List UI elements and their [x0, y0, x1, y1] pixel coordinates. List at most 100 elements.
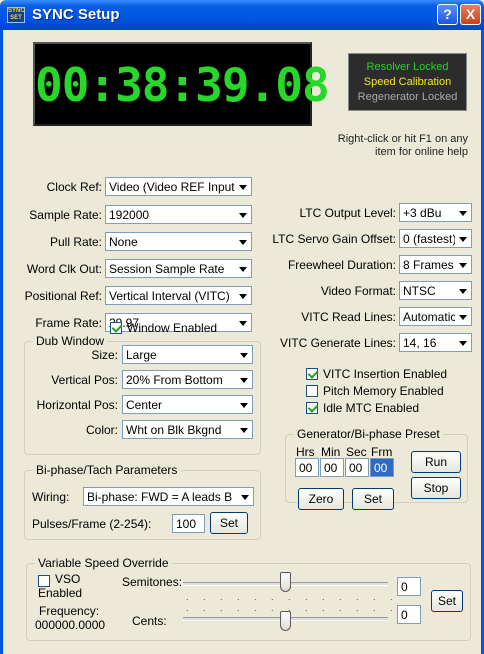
chevron-down-icon[interactable]: [235, 179, 250, 194]
checkbox-check-icon[interactable]: [110, 322, 122, 334]
dub-window-title: Dub Window: [33, 334, 108, 348]
chevron-down-icon[interactable]: [455, 335, 470, 350]
chevron-down-icon[interactable]: [455, 231, 470, 246]
word-clk-out-dropdown[interactable]: Session Sample Rate: [105, 259, 252, 278]
video-format-dropdown[interactable]: NTSC: [399, 281, 472, 300]
frm-header: Frm: [371, 445, 393, 459]
cents-tick-marks: . . . . . . . . . . . . .: [186, 603, 399, 613]
ltc-output-level-dropdown[interactable]: +3 dBu: [399, 203, 472, 222]
vitc-generate-lines-dropdown[interactable]: 14, 16: [399, 333, 472, 352]
vitc-read-lines-dropdown[interactable]: Automatic: [399, 307, 472, 326]
chevron-down-icon[interactable]: [236, 422, 251, 437]
chevron-down-icon[interactable]: [455, 283, 470, 298]
checkbox-check-icon[interactable]: [38, 575, 50, 587]
wiring-dropdown[interactable]: Bi-phase: FWD = A leads B: [83, 487, 254, 506]
min-header: Min: [321, 445, 341, 459]
clock-ref-label: Clock Ref:: [46, 180, 102, 194]
generator-set-button[interactable]: Set: [352, 488, 394, 510]
positional-ref-label: Positional Ref:: [24, 289, 102, 303]
video-format-label: Video Format:: [320, 284, 396, 298]
chevron-down-icon[interactable]: [455, 205, 470, 220]
chevron-down-icon[interactable]: [236, 397, 251, 412]
ltc-servo-gain-dropdown[interactable]: 0 (fastest): [399, 229, 472, 248]
pulses-per-frame-field[interactable]: 100: [172, 514, 205, 533]
semitones-value-field[interactable]: 0: [397, 577, 421, 596]
stop-button[interactable]: Stop: [411, 477, 461, 499]
biphase-set-button[interactable]: Set: [210, 512, 248, 534]
chevron-down-icon[interactable]: [455, 257, 470, 272]
dub-size-dropdown[interactable]: Large: [122, 345, 253, 364]
pull-rate-label: Pull Rate:: [49, 235, 102, 249]
close-button[interactable]: X: [460, 4, 481, 25]
sync-app-icon: SYNC SET: [7, 7, 25, 23]
timecode-value: 00:38:39.08: [35, 58, 330, 112]
freewheel-duration-label: Freewheel Duration:: [287, 258, 396, 272]
window-enabled-checkbox[interactable]: Window Enabled: [110, 321, 217, 335]
ltc-servo-gain-value: 0 (fastest): [403, 232, 455, 246]
vso-enabled-checkbox[interactable]: VSO Enabled: [38, 573, 93, 600]
vitc-generate-lines-label: VITC Generate Lines:: [279, 336, 396, 350]
dub-vertical-pos-dropdown[interactable]: 20% From Bottom: [122, 370, 253, 389]
chevron-down-icon[interactable]: [235, 207, 250, 222]
word-clk-out-value: Session Sample Rate: [109, 262, 225, 276]
chevron-down-icon[interactable]: [236, 372, 251, 387]
hrs-field[interactable]: 00: [295, 458, 319, 477]
chevron-down-icon[interactable]: [235, 234, 250, 249]
idle-mtc-label: Idle MTC Enabled: [323, 401, 420, 415]
zero-button[interactable]: Zero: [298, 488, 344, 510]
dub-horizontal-pos-dropdown[interactable]: Center: [122, 395, 253, 414]
status-resolver-locked: Resolver Locked: [366, 61, 449, 73]
vitc-read-lines-value: Automatic: [403, 310, 457, 324]
cents-value-field[interactable]: 0: [397, 605, 421, 624]
vitc-insertion-checkbox[interactable]: VITC Insertion Enabled: [306, 367, 447, 381]
wiring-value: Bi-phase: FWD = A leads B: [87, 490, 233, 504]
clock-ref-dropdown[interactable]: Video (Video REF Input): [105, 177, 252, 196]
vso-set-button[interactable]: Set: [431, 590, 463, 612]
dub-vertical-pos-label: Vertical Pos:: [51, 373, 118, 387]
pitch-memory-checkbox[interactable]: Pitch Memory Enabled: [306, 384, 444, 398]
ltc-output-level-label: LTC Output Level:: [299, 206, 397, 220]
semitones-slider-thumb[interactable]: [280, 572, 291, 592]
frm-field[interactable]: 00: [370, 458, 394, 477]
chevron-down-icon[interactable]: [237, 489, 252, 504]
idle-mtc-checkbox[interactable]: Idle MTC Enabled: [306, 401, 419, 415]
biphase-title: Bi-phase/Tach Parameters: [33, 463, 181, 477]
min-field[interactable]: 00: [320, 458, 344, 477]
chevron-down-icon[interactable]: [235, 315, 250, 330]
positional-ref-dropdown[interactable]: Vertical Interval (VITC): [105, 286, 252, 305]
frame-rate-label: Frame Rate:: [35, 316, 102, 330]
sec-field[interactable]: 00: [345, 458, 369, 477]
hrs-header: Hrs: [296, 445, 315, 459]
freewheel-duration-value: 8 Frames: [403, 258, 454, 272]
dub-size-value: Large: [126, 348, 157, 362]
vso-title: Variable Speed Override: [35, 556, 172, 570]
chevron-down-icon[interactable]: [235, 288, 250, 303]
sample-rate-dropdown[interactable]: 192000: [105, 205, 252, 224]
status-speed-calibration: Speed Calibration: [363, 76, 452, 88]
dub-color-label: Color:: [85, 423, 118, 437]
cents-slider-thumb[interactable]: [280, 611, 291, 631]
checkbox-check-icon[interactable]: [306, 385, 318, 397]
cents-label: Cents:: [132, 614, 167, 628]
run-button[interactable]: Run: [411, 451, 461, 473]
dub-color-dropdown[interactable]: Wht on Blk Bkgnd: [122, 420, 253, 439]
help-button[interactable]: ?: [437, 4, 458, 25]
semitones-label: Semitones:: [122, 575, 183, 589]
pull-rate-dropdown[interactable]: None: [105, 232, 252, 251]
ltc-output-level-value: +3 dBu: [403, 206, 442, 220]
freewheel-duration-dropdown[interactable]: 8 Frames: [399, 255, 472, 274]
sample-rate-value: 192000: [109, 208, 150, 222]
chevron-down-icon[interactable]: [455, 309, 470, 324]
title-bar: SYNC SET SYNC Setup ? X: [0, 0, 484, 30]
checkbox-check-icon[interactable]: [306, 402, 318, 414]
window-frame-left: [0, 30, 3, 654]
dub-color-value: Wht on Blk Bkgnd: [126, 423, 222, 437]
dub-horizontal-pos-value: Center: [126, 398, 163, 412]
word-clk-out-label: Word Clk Out:: [26, 262, 102, 276]
vitc-read-lines-label: VITC Read Lines:: [301, 310, 396, 324]
pull-rate-value: None: [109, 235, 138, 249]
chevron-down-icon[interactable]: [235, 261, 250, 276]
checkbox-check-icon[interactable]: [306, 368, 318, 380]
chevron-down-icon[interactable]: [236, 347, 251, 362]
positional-ref-value: Vertical Interval (VITC): [109, 289, 230, 303]
